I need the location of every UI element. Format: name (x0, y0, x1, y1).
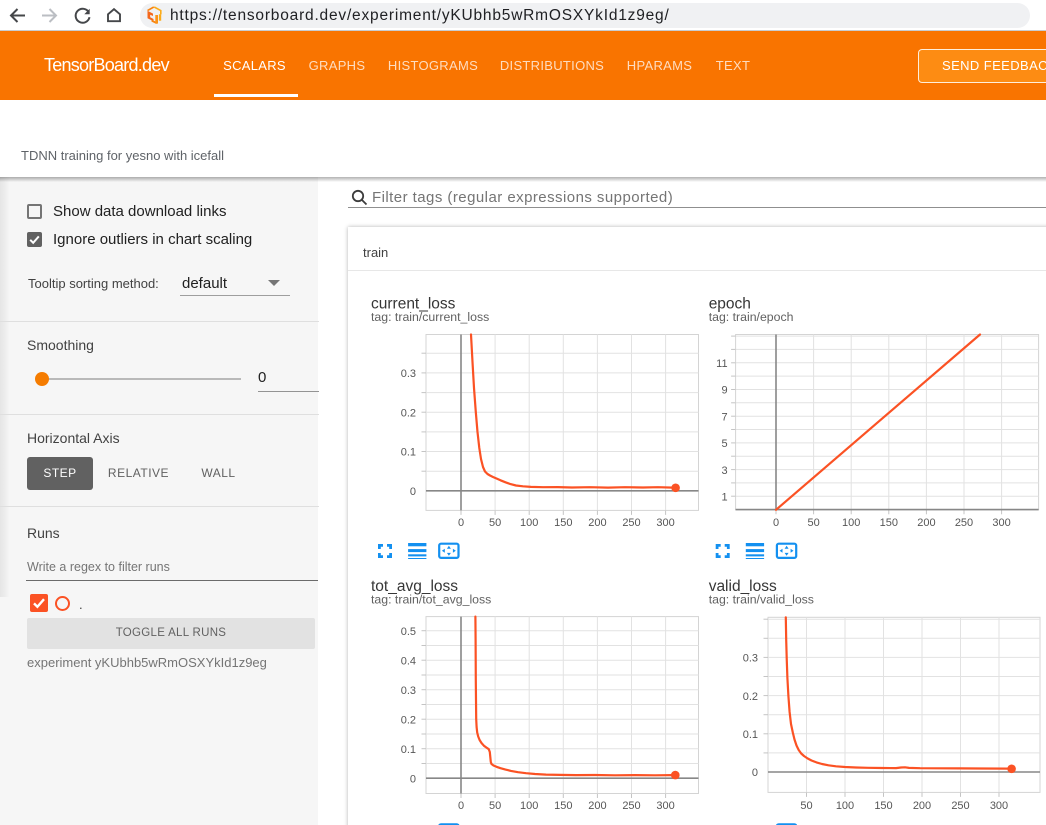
svg-text:250: 250 (951, 800, 969, 812)
svg-text:150: 150 (874, 800, 892, 812)
svg-text:100: 100 (842, 517, 860, 529)
svg-text:50: 50 (489, 517, 501, 529)
svg-text:0: 0 (458, 517, 464, 529)
svg-text:0.2: 0.2 (401, 714, 416, 726)
svg-text:tag: train/tot_avg_loss: tag: train/tot_avg_loss (371, 593, 491, 607)
svg-text:7: 7 (721, 411, 727, 423)
svg-text:0: 0 (773, 517, 779, 529)
svg-text:0: 0 (752, 767, 758, 779)
svg-text:0.1: 0.1 (743, 729, 758, 741)
svg-text:300: 300 (990, 800, 1008, 812)
svg-text:250: 250 (622, 800, 640, 812)
svg-text:tag: train/valid_loss: tag: train/valid_loss (709, 593, 814, 607)
svg-text:100: 100 (836, 800, 854, 812)
svg-text:100: 100 (520, 800, 538, 812)
svg-text:250: 250 (622, 517, 640, 529)
svg-text:0.3: 0.3 (743, 653, 758, 665)
svg-text:0.2: 0.2 (743, 691, 758, 703)
svg-text:0: 0 (410, 486, 416, 498)
svg-text:0.5: 0.5 (401, 626, 416, 638)
svg-text:0.1: 0.1 (401, 744, 416, 756)
svg-text:11: 11 (716, 358, 727, 370)
svg-text:tag: train/current_loss: tag: train/current_loss (371, 310, 489, 324)
svg-text:300: 300 (656, 800, 674, 812)
svg-text:150: 150 (554, 800, 572, 812)
svg-text:200: 200 (588, 517, 606, 529)
svg-text:50: 50 (489, 800, 501, 812)
svg-text:9: 9 (721, 385, 727, 397)
svg-text:5: 5 (721, 438, 727, 450)
svg-text:0: 0 (410, 773, 416, 785)
svg-text:250: 250 (955, 517, 973, 529)
svg-text:50: 50 (807, 517, 819, 529)
svg-text:0.3: 0.3 (401, 368, 416, 380)
svg-text:200: 200 (917, 517, 935, 529)
svg-text:200: 200 (588, 800, 606, 812)
svg-text:200: 200 (913, 800, 931, 812)
svg-text:100: 100 (520, 517, 538, 529)
svg-text:150: 150 (880, 517, 898, 529)
svg-text:300: 300 (992, 517, 1010, 529)
svg-text:0.1: 0.1 (401, 447, 416, 459)
svg-text:0.3: 0.3 (401, 685, 416, 697)
svg-text:50: 50 (800, 800, 812, 812)
svg-text:0.4: 0.4 (401, 655, 416, 667)
svg-text:150: 150 (554, 517, 572, 529)
svg-text:300: 300 (656, 517, 674, 529)
svg-text:1: 1 (721, 491, 727, 503)
svg-text:0.2: 0.2 (401, 407, 416, 419)
svg-text:0: 0 (458, 800, 464, 812)
svg-text:tag: train/epoch: tag: train/epoch (709, 310, 794, 324)
svg-text:3: 3 (721, 465, 727, 477)
